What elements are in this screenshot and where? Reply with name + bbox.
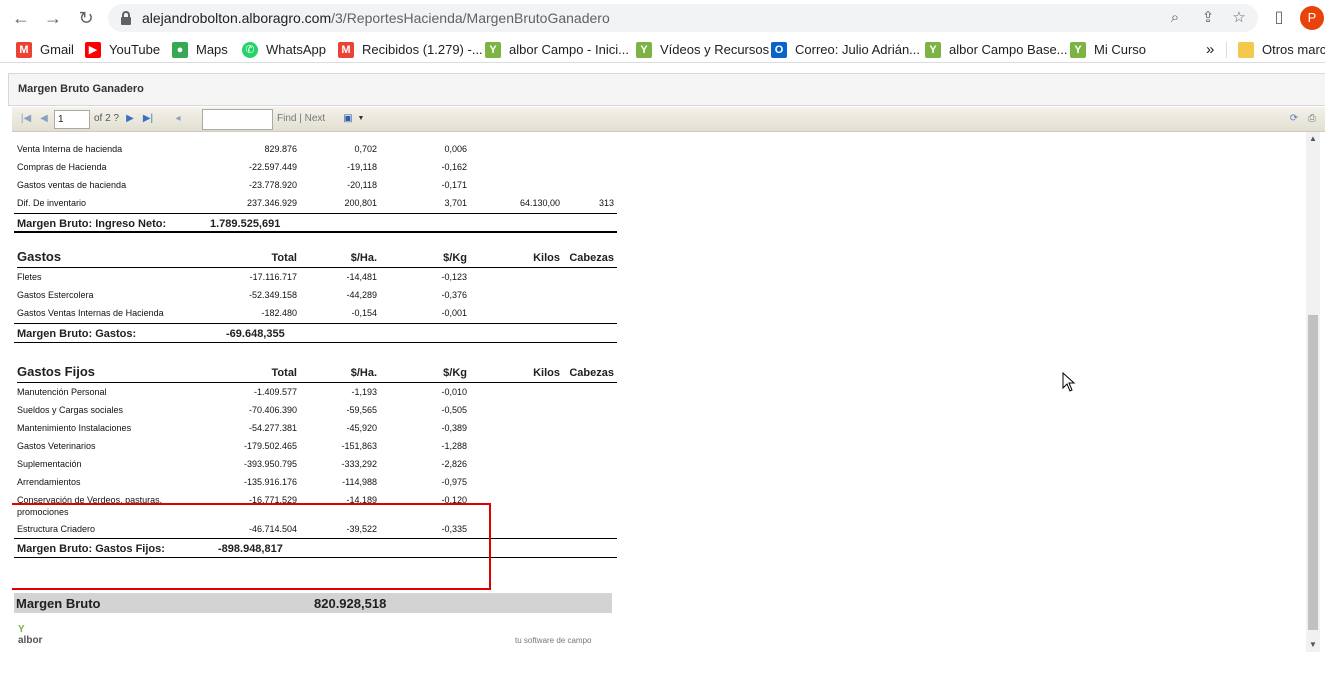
export-icon[interactable]: ▣ — [342, 113, 354, 125]
table-row: Venta de hacienda — [17, 132, 617, 138]
gastos-summary: Margen Bruto: Gastos: -69.648,355 — [14, 323, 617, 343]
gastos-header: Gastos Total $/Ha. $/Kg Kilos Cabezas — [17, 248, 617, 268]
find-input[interactable] — [202, 109, 273, 130]
back-to-parent-icon[interactable]: ◂ — [172, 113, 184, 125]
table-row: Arrendamientos -135.916.176 -114,988 -0,975 — [17, 477, 467, 487]
mouse-cursor-icon — [1062, 372, 1076, 392]
scrollbar-thumb[interactable] — [1308, 315, 1318, 630]
back-arrow-icon[interactable]: ← — [10, 7, 32, 29]
first-page-icon[interactable]: |◀ — [20, 113, 32, 125]
youtube-icon: ▶ — [85, 42, 101, 58]
gmail-icon: M — [338, 42, 354, 58]
bookmark-label: Gmail — [40, 42, 74, 57]
bookmark-label: Otros marca — [1262, 42, 1325, 57]
table-row: Fletes -17.116.717 -14,481 -0,123 — [17, 272, 467, 282]
albor-icon: Y — [636, 42, 652, 58]
gmail-icon: M — [16, 42, 32, 58]
albor-icon: Y — [1070, 42, 1086, 58]
table-row: Manutención Personal -1.409.577 -1,193 -0,0… — [17, 387, 467, 397]
reload-icon[interactable]: ↻ — [75, 7, 97, 29]
albor-icon: Y — [925, 42, 941, 58]
forward-arrow-icon[interactable]: → — [42, 7, 64, 29]
bookmark-label: Vídeos y Recursos — [660, 42, 770, 57]
page-count-label: of 2 ? — [94, 113, 120, 124]
table-row: Mantenimiento Instalaciones -54.277.381 -4… — [17, 423, 467, 433]
scroll-down-icon[interactable]: ▼ — [1306, 638, 1320, 652]
bookmark-label: albor Campo Base... — [949, 42, 1068, 57]
profile-avatar[interactable]: P — [1300, 6, 1324, 30]
maps-icon: ● — [172, 42, 188, 58]
bookmark-label: YouTube — [109, 42, 161, 57]
export-dropdown-icon[interactable]: ▼ — [355, 113, 367, 125]
albor-logo-text: albor — [18, 635, 43, 646]
print-icon[interactable]: ⎙ — [1306, 113, 1318, 125]
folder-icon — [1238, 42, 1254, 58]
bookmark-correo[interactable]: O Correo: Julio Adrián... — [771, 40, 920, 60]
side-panel-icon[interactable]: ▯ — [1268, 7, 1290, 29]
other-bookmarks-folder[interactable]: Otros marca — [1238, 40, 1325, 60]
table-row: Gastos Estercolera -52.349.158 -44,289 -0,3… — [17, 290, 467, 300]
address-bar[interactable]: alejandrobolton.alboragro.com/3/Reportes… — [108, 4, 1258, 32]
page-number-input[interactable]: 1 — [54, 110, 90, 129]
bookmark-recibidos[interactable]: M Recibidos (1.279) -... — [338, 40, 483, 60]
table-row: Gastos Ventas Internas de Hacienda -182.4… — [17, 308, 467, 318]
viewer-title: Margen Bruto Ganadero — [18, 83, 144, 95]
next-page-icon[interactable]: ▶ — [124, 113, 136, 125]
bookmark-whatsapp[interactable]: ✆ WhatsApp — [242, 40, 326, 60]
lock-icon — [120, 11, 132, 25]
margen-bruto-total: Margen Bruto 820.928,518 — [14, 593, 612, 613]
report-page: Venta de hacienda Venta Interna de hacie… — [12, 132, 1306, 652]
table-row: Gastos Veterinarios -179.502.465 -151,863-… — [17, 441, 467, 451]
vertical-scrollbar[interactable]: ▲ ▼ — [1306, 132, 1320, 652]
refresh-icon[interactable]: ⟳ — [1288, 113, 1300, 125]
share-icon[interactable]: ⇪ — [1198, 8, 1218, 28]
url-text[interactable]: alejandrobolton.alboragro.com/3/Reportes… — [142, 10, 610, 26]
table-row: Gastos ventas de hacienda -23.778.920 -20,… — [17, 180, 467, 190]
bookmark-label: albor Campo - Inici... — [509, 42, 629, 57]
zoom-icon[interactable]: ⌕ — [1165, 8, 1185, 28]
bookmark-maps[interactable]: ● Maps — [172, 40, 228, 60]
table-row: Suplementación -393.950.795 -333,292 -2,826 — [17, 459, 467, 469]
table-row: Dif. De inventario 237.346.929 200,801 3,70… — [17, 198, 614, 208]
albor-icon: Y — [485, 42, 501, 58]
footer-tagline: tu software de campo — [515, 636, 592, 645]
chevron-double-right-icon: » — [1206, 41, 1215, 58]
highlight-box — [12, 503, 491, 590]
browser-toolbar: ← → ↻ alejandrobolton.alboragro.com/3/Re… — [0, 0, 1325, 36]
report-toolbar: |◀ ◀ 1 of 2 ? ▶ ▶| ◂ Find | Next ▣ ▼ ⟳ ⎙ — [12, 107, 1325, 132]
bookmark-videos[interactable]: Y Vídeos y Recursos — [636, 40, 769, 60]
bookmark-gmail[interactable]: M Gmail — [16, 40, 74, 60]
table-row: Venta Interna de hacienda 829.876 0,702 0,0… — [17, 144, 467, 154]
table-row: Compras de Hacienda -22.597.449 -19,118 -0,… — [17, 162, 467, 172]
albor-leaf-icon: Y — [18, 624, 25, 635]
find-next-link[interactable]: Find | Next — [277, 113, 325, 124]
bookmarks-bar: M Gmail ▶ YouTube ● Maps ✆ WhatsApp M Recibid… — [0, 36, 1325, 63]
ingreso-neto-summary: Margen Bruto: Ingreso Neto: 1.789.525,691 — [14, 213, 617, 233]
albor-logo: Yalbor — [18, 624, 42, 646]
bookmark-separator — [1226, 42, 1227, 58]
whatsapp-icon: ✆ — [242, 42, 258, 58]
prev-page-icon[interactable]: ◀ — [38, 113, 50, 125]
viewer-title-bar: Margen Bruto Ganadero — [8, 73, 1325, 106]
scroll-up-icon[interactable]: ▲ — [1306, 132, 1320, 146]
gastos-fijos-header: Gastos Fijos Total $/Ha. $/Kg Kilos Cabe… — [17, 363, 617, 383]
bookmark-albor-campo[interactable]: Yalbor Campo - Inici... — [485, 40, 629, 60]
outlook-icon: O — [771, 42, 787, 58]
more-bookmarks-button[interactable]: » — [1206, 40, 1214, 60]
bookmark-youtube[interactable]: ▶ YouTube — [85, 40, 160, 60]
bookmark-albor-base[interactable]: Yalbor Campo Base... — [925, 40, 1068, 60]
bookmark-label: Recibidos (1.279) -... — [362, 42, 483, 57]
bookmark-label: Maps — [196, 42, 228, 57]
report-viewer: Margen Bruto Ganadero |◀ ◀ 1 of 2 ? ▶ ▶|… — [0, 63, 1325, 689]
last-page-icon[interactable]: ▶| — [142, 113, 154, 125]
bookmark-mi-curso[interactable]: Y Mi Curso — [1070, 40, 1146, 60]
table-row: Sueldos y Cargas sociales -70.406.390 -59,… — [17, 405, 467, 415]
star-icon[interactable]: ☆ — [1229, 8, 1249, 28]
bookmark-label: Correo: Julio Adrián... — [795, 42, 921, 57]
bookmark-label: WhatsApp — [266, 42, 326, 57]
bookmark-label: Mi Curso — [1094, 42, 1147, 57]
